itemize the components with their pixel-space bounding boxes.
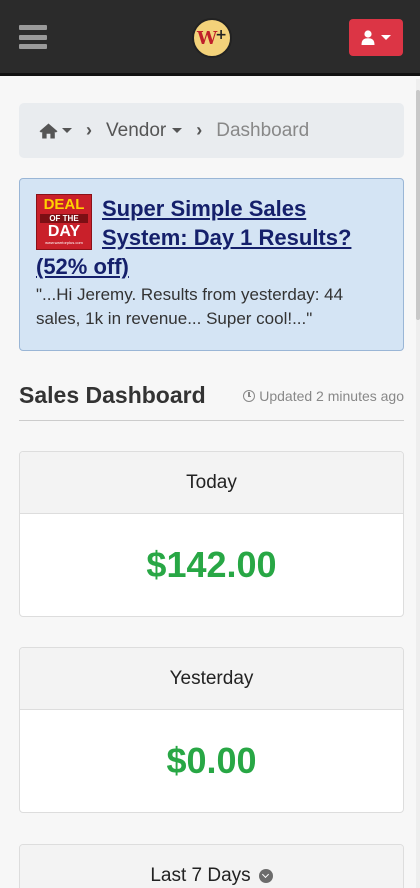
card-header: Yesterday bbox=[20, 648, 403, 710]
scrollbar-thumb[interactable] bbox=[416, 90, 420, 320]
chevron-down-icon bbox=[381, 35, 391, 40]
sales-amount: $142.00 bbox=[146, 544, 277, 585]
chevron-down-icon bbox=[172, 128, 183, 133]
updated-timestamp: Updated 2 minutes ago bbox=[243, 388, 404, 404]
card-label: Last 7 Days bbox=[150, 864, 251, 886]
top-navbar: W + bbox=[0, 0, 420, 76]
chevron-down-icon bbox=[62, 128, 72, 133]
deal-quote: "...Hi Jeremy. Results from yesterday: 4… bbox=[36, 285, 344, 328]
card-body: $142.00 bbox=[20, 514, 403, 616]
card-label: Yesterday bbox=[169, 667, 254, 689]
user-icon bbox=[361, 30, 375, 45]
page-title: Sales Dashboard bbox=[19, 382, 206, 408]
deal-of-the-day-badge[interactable]: DEAL OF THE DAY www.warriorplus.com bbox=[36, 194, 92, 250]
card-header[interactable]: Last 7 Days bbox=[20, 845, 403, 888]
card-label: Today bbox=[186, 471, 237, 493]
breadcrumb-home[interactable] bbox=[39, 123, 72, 139]
logo-mark: W bbox=[197, 27, 217, 49]
card-header: Today bbox=[20, 452, 403, 514]
sales-card-today: Today $142.00 bbox=[19, 451, 404, 617]
hamburger-menu-icon[interactable] bbox=[19, 25, 47, 49]
chevron-right-icon: › bbox=[196, 120, 203, 140]
sales-card-yesterday: Yesterday $0.00 bbox=[19, 647, 404, 813]
deal-of-the-day-banner: DEAL OF THE DAY www.warriorplus.com Supe… bbox=[19, 178, 404, 351]
brand-logo[interactable]: W + bbox=[192, 18, 232, 58]
chevron-circle-down-icon[interactable] bbox=[258, 868, 273, 883]
card-body: $0.00 bbox=[20, 710, 403, 812]
sales-card-last-7-days: Last 7 Days bbox=[19, 844, 404, 888]
chevron-right-icon: › bbox=[86, 120, 92, 140]
updated-text: Updated 2 minutes ago bbox=[259, 388, 404, 404]
breadcrumb-vendor-label: Vendor bbox=[106, 119, 167, 141]
divider bbox=[19, 420, 404, 421]
clock-icon bbox=[243, 390, 256, 402]
home-icon bbox=[39, 123, 58, 138]
breadcrumb-vendor[interactable]: Vendor bbox=[106, 119, 183, 142]
sales-amount: $0.00 bbox=[166, 740, 257, 781]
user-menu-button[interactable] bbox=[349, 19, 403, 56]
breadcrumb-current: Dashboard bbox=[216, 119, 310, 141]
breadcrumb: › Vendor › Dashboard bbox=[19, 103, 404, 158]
